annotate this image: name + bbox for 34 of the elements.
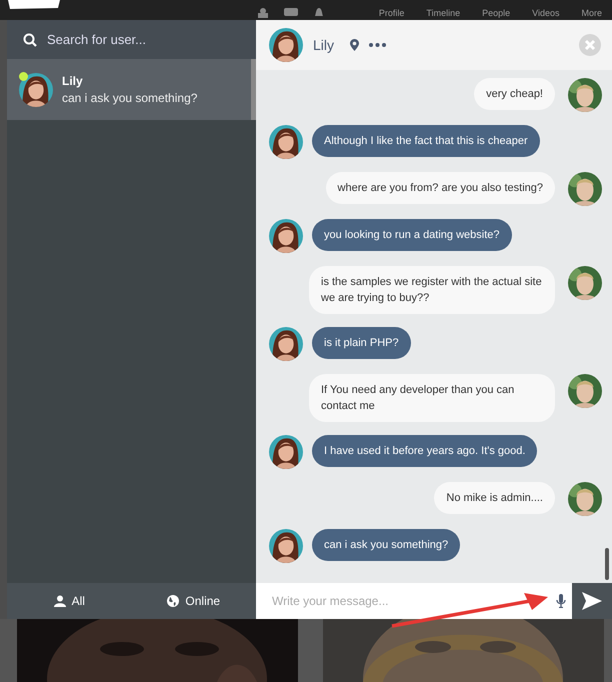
- globe-icon: [167, 595, 180, 607]
- last-message: can i ask you something?: [62, 91, 198, 105]
- user-icon: [54, 595, 66, 607]
- message-bubble: Although I like the fact that this is cheaper: [312, 125, 540, 157]
- message-bubble: No mike is admin....: [434, 482, 555, 514]
- location-pin-icon[interactable]: [350, 39, 360, 51]
- message-bubble: can i ask you something?: [312, 529, 460, 561]
- scrollbar[interactable]: [605, 548, 609, 580]
- nav-link[interactable]: Profile: [378, 8, 404, 18]
- search-field[interactable]: Search for user...: [45, 31, 169, 48]
- message-bubble: is the samples we register with the actual site we are trying to buy??: [309, 266, 555, 314]
- nav-link[interactable]: Timeline: [426, 8, 460, 18]
- nav-link[interactable]: Videos: [532, 8, 560, 18]
- send-icon: [582, 592, 602, 610]
- message-bubble: very cheap!: [474, 78, 555, 110]
- message-bubble: where are you from? are you also testing?: [326, 172, 555, 204]
- message-bubble: you looking to run a dating website?: [312, 219, 512, 251]
- message-bubble: is it plain PHP?: [312, 327, 411, 359]
- filter-tab[interactable]: Online: [132, 583, 256, 619]
- search-icon: [23, 32, 37, 46]
- chat-title: Lily: [313, 37, 334, 53]
- nav-link[interactable]: People: [482, 8, 510, 18]
- search-bar[interactable]: Search for user...: [7, 20, 256, 59]
- message-bubble: I have used it before years ago. It's good.: [312, 435, 538, 467]
- contact-name: Lily: [62, 74, 84, 88]
- contact-item[interactable]: Lily can i ask you something?: [7, 59, 256, 120]
- chat-icon[interactable]: [282, 8, 299, 18]
- message-bubble: If You need any developer than you can contact me: [309, 374, 555, 422]
- filter-tab[interactable]: All: [7, 583, 132, 619]
- nav-link[interactable]: More: [581, 8, 602, 18]
- more-icon[interactable]: [369, 43, 386, 47]
- microphone-icon[interactable]: [556, 594, 566, 608]
- send-button[interactable]: [572, 583, 612, 619]
- message-box[interactable]: Write your message...: [256, 583, 572, 619]
